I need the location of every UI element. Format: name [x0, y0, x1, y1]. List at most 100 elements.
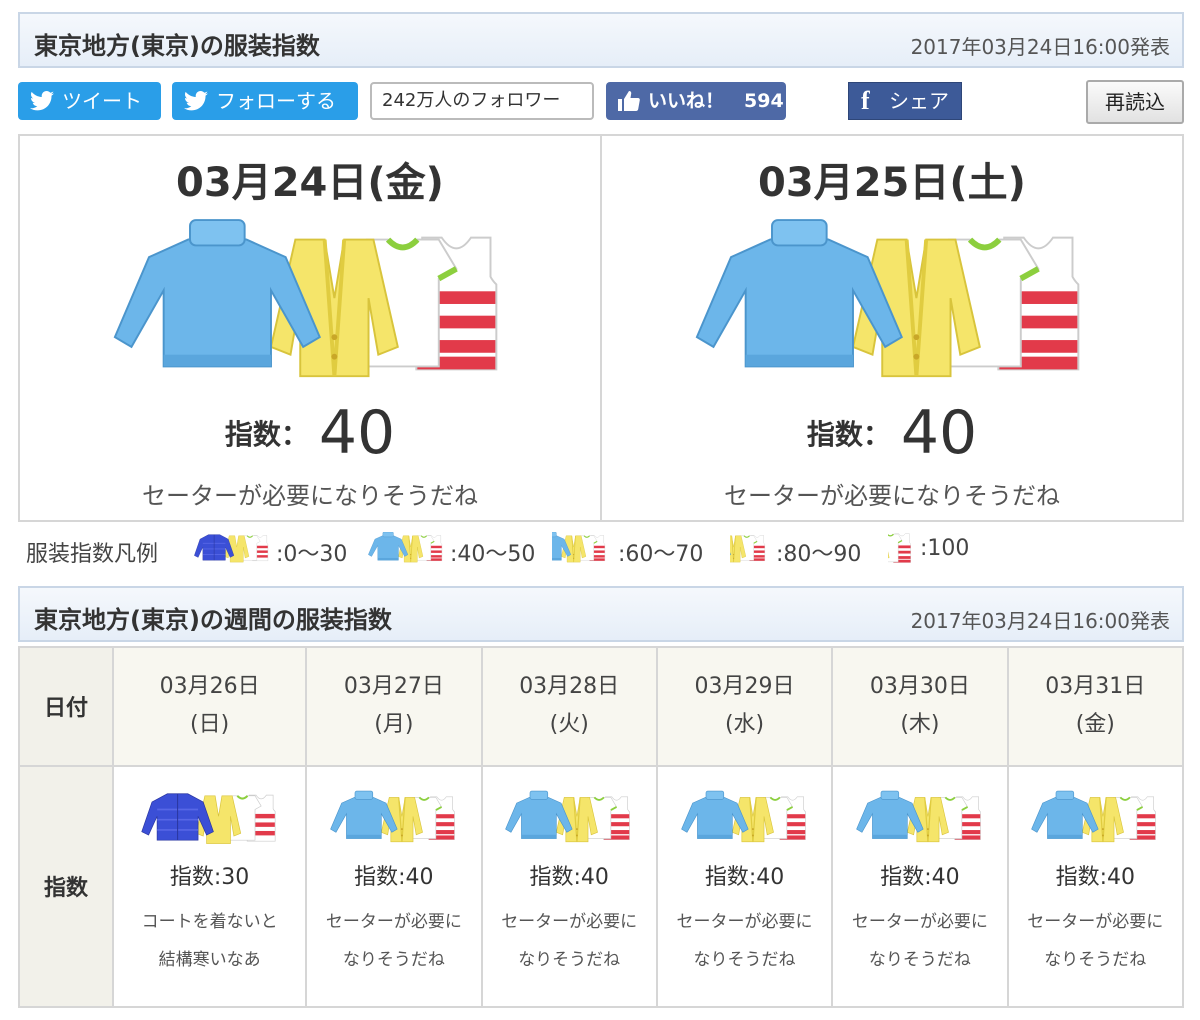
week-date-cell: 03月31日 (金): [1006, 646, 1185, 767]
down-jacket-icon: [193, 534, 269, 563]
week-index-value: 指数:40: [529, 864, 609, 890]
day-card: 03月25日(土) 指数： 40 セーターが必要になりそうだね: [600, 136, 1182, 520]
date-row: 日付 03月26日 (日) 03月27日 (月) 03月28日 (火) 03月29日 (…: [18, 646, 1185, 767]
index-value: 40: [900, 398, 978, 468]
facebook-like-button[interactable]: いいね！ 594: [606, 82, 786, 120]
page-title: 東京地方(東京)の服装指数: [34, 32, 320, 60]
sweater-clothes-icon: [110, 218, 510, 388]
like-label: いいね！: [648, 90, 725, 112]
sweater-clothes-icon: [1030, 789, 1157, 843]
week-comment-line: 結構寒いなあ: [158, 949, 261, 970]
facebook-share-button[interactable]: f シェア: [848, 82, 962, 120]
twitter-bird-icon: [30, 91, 54, 111]
week-index-cell: 指数:40 セーターが必要に なりそうだね: [655, 764, 834, 1009]
share-toolbar: ツイート フォローする 242万人のフォロワー いいね！ 594 f シェア 再…: [0, 80, 1200, 130]
legend-range: :60～70: [618, 542, 704, 567]
legend-item: :80～90: [730, 532, 890, 568]
week-index-value: 指数:40: [354, 864, 434, 890]
week-date-cell: 03月27日 (月): [305, 646, 483, 767]
week-comment-line: なりそうだね: [342, 949, 445, 970]
week-date-cell: 03月30日 (木): [831, 646, 1009, 767]
week-comment-line: なりそうだね: [1044, 949, 1147, 970]
day-index: 指数： 40: [602, 398, 1182, 468]
week-comment-line: セーターが必要に: [851, 911, 988, 932]
published-timestamp: 2017年03月24日16:00発表: [910, 35, 1170, 59]
index-label: 指数：: [806, 418, 891, 451]
follower-count[interactable]: 242万人のフォロワー: [370, 82, 594, 120]
row-header-date: 日付: [18, 646, 114, 767]
day-card: 03月24日(金) 指数： 40 セーターが必要になりそうだね: [20, 136, 600, 520]
legend-range: :40～50: [450, 542, 536, 567]
day-index: 指数： 40: [20, 398, 600, 468]
week-comment: セーターが必要に なりそうだね: [483, 903, 656, 979]
week-comment-line: セーターが必要に: [325, 911, 462, 932]
follow-button[interactable]: フォローする: [172, 82, 358, 120]
week-comment-line: セーターが必要に: [501, 911, 638, 932]
facebook-icon: f: [861, 86, 870, 115]
week-comment-line: なりそうだね: [868, 949, 971, 970]
week-index-value: 指数:40: [880, 864, 960, 890]
week-index-cell: 指数:40 セーターが必要に なりそうだね: [831, 764, 1009, 1009]
week-comment: セーターが必要に なりそうだね: [307, 903, 480, 979]
tweet-label: ツイート: [62, 89, 142, 113]
index-label: 指数：: [224, 418, 309, 451]
week-index-cell: 指数:40 セーターが必要に なりそうだね: [480, 764, 658, 1009]
week-date: 03月28日: [519, 674, 620, 700]
day-date: 03月25日(土): [758, 160, 1026, 206]
week-date: 03月30日: [869, 674, 970, 700]
week-comment: セーターが必要に なりそうだね: [658, 903, 831, 979]
like-count: 594: [744, 90, 784, 112]
tshirt-icon: [730, 532, 766, 563]
sweater-clothes-icon: [504, 789, 631, 843]
week-index-value: 指数:40: [704, 864, 785, 890]
legend-range: :80～90: [776, 542, 862, 567]
week-date-cell: 03月26日 (日): [111, 646, 308, 767]
week-dow: (水): [724, 712, 765, 738]
week-dow: (日): [189, 712, 230, 738]
week-index-cell: 指数:30 コートを着ないと 結構寒いなあ: [111, 764, 308, 1009]
sweater-icon: [367, 532, 443, 563]
twitter-bird-icon: [184, 91, 208, 111]
two-day-forecast: 03月24日(金) 指数： 40 セーターが必要になりそうだね 03月25日(土)…: [18, 134, 1184, 522]
index-row: 指数 指数:30 コートを着ないと 結構寒いなあ 指数:40 セーターが必要に なり…: [18, 764, 1185, 1009]
week-comment-line: なりそうだね: [693, 949, 796, 970]
follow-label: フォローする: [216, 89, 336, 113]
week-dow: (月): [374, 712, 414, 738]
week-dow: (火): [549, 712, 589, 738]
week-comment-line: なりそうだね: [518, 949, 621, 970]
legend-item: :40～50: [364, 532, 544, 568]
index-value: 40: [318, 398, 396, 468]
row-header-index: 指数: [18, 764, 114, 1009]
today-header: 東京地方(東京)の服装指数 2017年03月24日16:00発表: [18, 12, 1184, 68]
legend-title: 服装指数凡例: [26, 542, 159, 567]
weekly-title: 東京地方(東京)の週間の服装指数: [34, 606, 392, 634]
week-index-cell: 指数:40 セーターが必要に なりそうだね: [1006, 764, 1185, 1009]
week-date-cell: 03月29日 (水): [655, 646, 834, 767]
week-comment-line: セーターが必要に: [1027, 911, 1164, 932]
week-index-cell: 指数:40 セーターが必要に なりそうだね: [305, 764, 483, 1009]
day-date: 03月24日(金): [176, 160, 444, 206]
week-index-value: 指数:30: [169, 864, 250, 890]
week-dow: (木): [900, 712, 940, 738]
tweet-button[interactable]: ツイート: [18, 82, 161, 120]
thumbs-up-icon: [618, 91, 640, 111]
legend-item: :0～30: [190, 532, 360, 568]
week-date: 03月26日: [159, 674, 260, 700]
week-index-value: 指数:40: [1055, 864, 1135, 890]
legend-item: :100: [888, 532, 988, 568]
share-label: シェア: [889, 89, 949, 113]
week-comment: コートを着ないと 結構寒いなあ: [114, 903, 305, 979]
week-date: 03月29日: [694, 674, 795, 700]
cardigan-icon: [552, 532, 606, 563]
week-comment-line: セーターが必要に: [676, 911, 813, 932]
weekly-table: 日付 03月26日 (日) 03月27日 (月) 03月28日 (火) 03月29日 (…: [18, 646, 1185, 1009]
tank-top-icon: [888, 532, 912, 564]
weekly-header: 東京地方(東京)の週間の服装指数 2017年03月24日16:00発表: [18, 586, 1184, 642]
legend-range: :0～30: [276, 542, 348, 567]
week-comment: セーターが必要に なりそうだね: [833, 903, 1006, 979]
legend-item: :60～70: [552, 532, 722, 568]
reload-button[interactable]: 再読込: [1086, 80, 1184, 124]
day-comment: セーターが必要になりそうだね: [724, 482, 1060, 510]
week-comment-line: コートを着ないと: [141, 911, 278, 932]
day-comment: セーターが必要になりそうだね: [142, 482, 478, 510]
